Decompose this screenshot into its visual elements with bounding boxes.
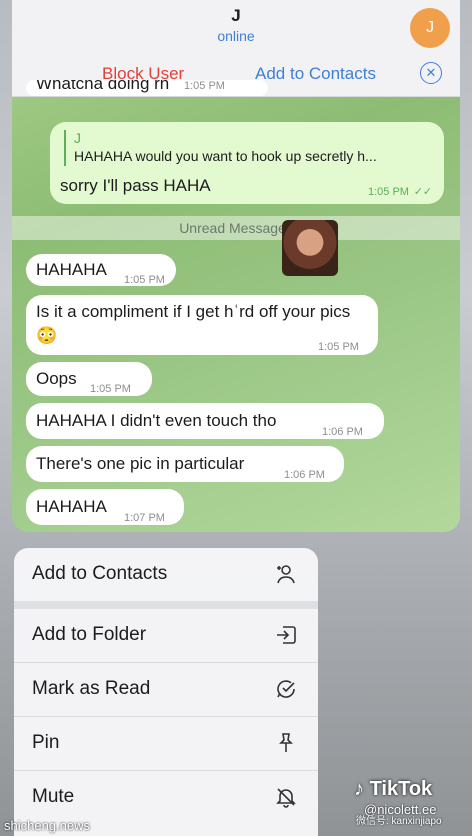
menu-item-label: Mute xyxy=(32,786,75,807)
folder-arrow-icon xyxy=(277,626,296,644)
add-contact-icon xyxy=(277,565,295,584)
message-time-label: 1:05 PM xyxy=(368,186,409,198)
message-time: 1:05 PM xyxy=(90,383,131,395)
message-time: 1:07 PM xyxy=(124,512,165,524)
message-text: sorry I'll pass HAHA xyxy=(60,176,211,195)
contact-name[interactable]: J xyxy=(12,6,460,26)
menu-item-mute[interactable]: Mute xyxy=(14,771,318,824)
context-menu: Add to Contacts Add to Folder Mark as Re… xyxy=(14,548,318,836)
message-bubble[interactable]: Oops 1:05 PM xyxy=(26,362,152,396)
add-to-contacts-button[interactable]: Add to Contacts xyxy=(255,64,376,84)
menu-item-label: Add to Folder xyxy=(32,624,147,645)
sticker-image[interactable] xyxy=(282,220,338,276)
message-text: HAHAHA I didn't even touch tho xyxy=(36,411,277,430)
message-time: 1:05 PM ✓✓ xyxy=(368,178,432,204)
tiktok-note-icon: ♪ xyxy=(354,778,364,800)
pin-icon xyxy=(279,733,293,752)
menu-item-label: Mark as Read xyxy=(32,678,151,699)
message-bubble[interactable]: There's one pic in particular 1:06 PM xyxy=(26,446,344,482)
mark-read-icon xyxy=(277,680,295,698)
message-bubble[interactable]: HAHAHA 1:05 PM xyxy=(26,254,176,286)
unread-messages-divider: Unread Messages xyxy=(12,216,460,240)
message-text: There's one pic in particular xyxy=(36,454,245,473)
message-bubble[interactable]: HAHAHA I didn't even touch tho 1:06 PM xyxy=(26,403,384,439)
tiktok-wordmark: TikTok xyxy=(369,778,433,800)
chat-window: J online J Block User Add to Contacts ✕ … xyxy=(12,0,460,532)
message-text: HAHAHA xyxy=(36,260,107,279)
message-bubble[interactable]: Whatcha doing rn 1:05 PM xyxy=(26,80,268,96)
tiktok-logo: ♪ TikTok xyxy=(354,778,432,801)
reply-sender: J xyxy=(74,130,81,146)
close-icon[interactable]: ✕ xyxy=(420,62,442,84)
menu-item-label: Add to Contacts xyxy=(32,563,168,584)
mute-bell-icon xyxy=(276,788,296,808)
message-text: Whatcha doing rn xyxy=(36,80,170,93)
menu-item-mark-as-read[interactable]: Mark as Read xyxy=(14,663,318,717)
message-text: HAHAHA xyxy=(36,497,107,516)
menu-separator xyxy=(14,601,318,609)
message-time: 1:06 PM xyxy=(322,426,363,438)
message-time: 1:06 PM xyxy=(284,469,325,481)
site-watermark: shicheng.news xyxy=(4,818,90,833)
message-time: 1:05 PM xyxy=(183,80,225,92)
message-bubble[interactable]: Is it a compliment if I get hʿrd off you… xyxy=(26,295,378,355)
message-bubble[interactable]: HAHAHA 1:07 PM xyxy=(26,489,184,525)
message-time: 1:05 PM xyxy=(124,274,165,286)
menu-item-pin[interactable]: Pin xyxy=(14,717,318,771)
menu-item-add-to-folder[interactable]: Add to Folder xyxy=(14,609,318,663)
message-time: 1:05 PM xyxy=(318,341,359,353)
message-text: Oops xyxy=(36,369,77,388)
contact-status: online xyxy=(217,28,255,44)
reply-quote: HAHAHA would you want to hook up secretl… xyxy=(74,148,377,164)
avatar[interactable]: J xyxy=(410,8,450,48)
reply-preview[interactable]: J HAHAHA would you want to hook up secre… xyxy=(64,130,444,166)
menu-item-label: Pin xyxy=(32,732,60,753)
outgoing-message-bubble[interactable]: J HAHAHA would you want to hook up secre… xyxy=(50,122,444,204)
menu-item-add-to-contacts[interactable]: Add to Contacts xyxy=(14,548,318,602)
read-checkmarks-icon: ✓✓ xyxy=(413,186,433,198)
wechat-watermark: 微信号: kanxinjiapo xyxy=(356,816,442,827)
